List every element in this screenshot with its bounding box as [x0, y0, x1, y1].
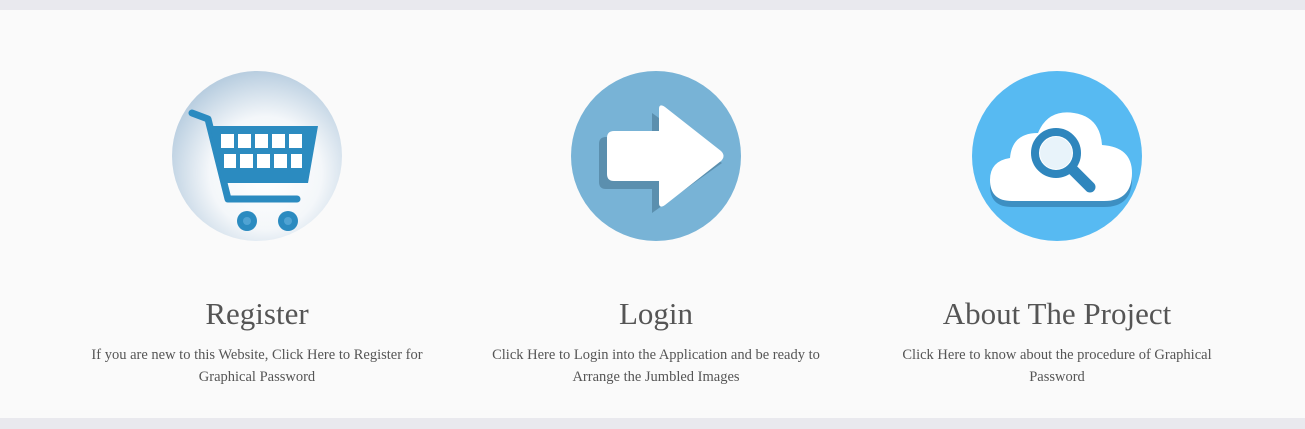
about-description: Click Here to know about the procedure o… — [902, 347, 1212, 385]
login-title[interactable]: Login — [456, 296, 856, 332]
about-title[interactable]: About The Project — [857, 296, 1257, 332]
cloud-search-icon — [972, 71, 1142, 241]
about-icon-link[interactable] — [972, 71, 1142, 241]
shopping-cart-icon — [172, 71, 342, 241]
register-icon-link[interactable] — [172, 71, 342, 241]
login-icon-link[interactable] — [571, 71, 741, 241]
features-section: Register If you are new to this Website,… — [0, 10, 1305, 418]
login-description: Click Here to Login into the Application… — [492, 347, 820, 385]
arrow-right-icon — [571, 71, 741, 241]
register-description: If you are new to this Website, Click He… — [91, 347, 423, 385]
register-title[interactable]: Register — [57, 296, 457, 332]
